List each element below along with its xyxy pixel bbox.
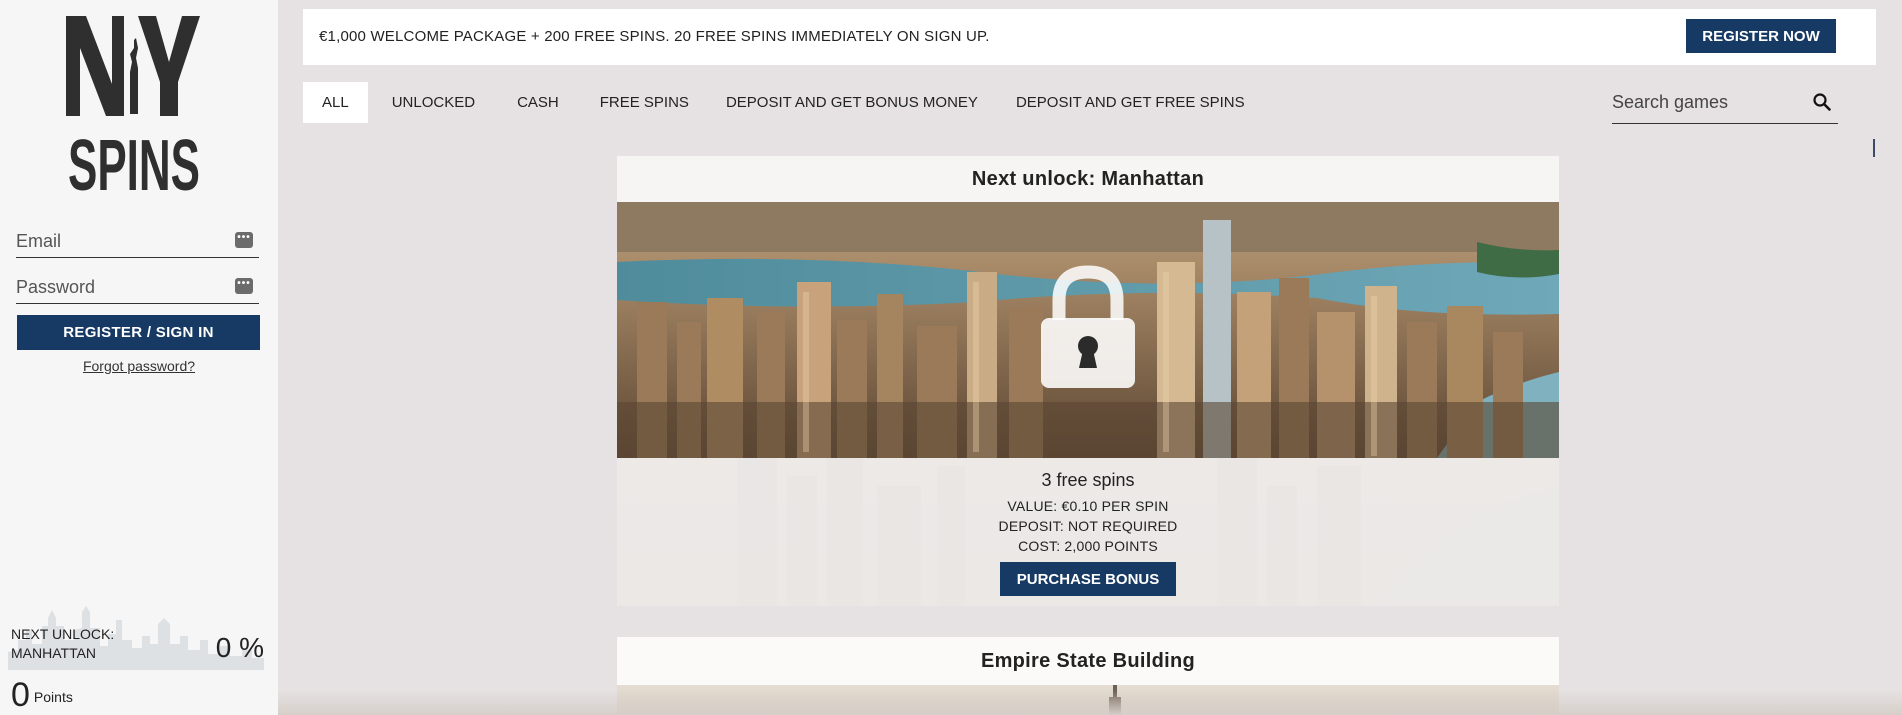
password-input[interactable]: [16, 272, 216, 302]
purchase-bonus-button[interactable]: PURCHASE BONUS: [1000, 562, 1176, 596]
register-now-button[interactable]: REGISTER NOW: [1686, 19, 1836, 53]
ny-spins-logo[interactable]: SPINS: [64, 14, 204, 198]
card-title: Next unlock: Manhattan: [617, 156, 1559, 202]
tab-all[interactable]: ALL: [303, 82, 368, 123]
unlock-card-manhattan: Next unlock: Manhattan 3 free spins VALU…: [617, 156, 1559, 606]
search-icon[interactable]: [1812, 92, 1832, 112]
search-input[interactable]: [1612, 86, 1802, 118]
email-input[interactable]: [16, 226, 216, 256]
tab-free-spins[interactable]: FREE SPINS: [581, 82, 708, 123]
card-title: Empire State Building: [617, 637, 1559, 685]
svg-text:SPINS: SPINS: [68, 126, 200, 198]
email-field[interactable]: •••: [16, 226, 259, 258]
next-unlock-label: NEXT UNLOCK: MANHATTAN: [11, 626, 115, 661]
register-sign-in-button[interactable]: REGISTER / SIGN IN: [17, 315, 260, 350]
unlock-percentage: 0 %: [215, 632, 264, 663]
spin-value: VALUE: €0.10 PER SPIN: [1007, 498, 1169, 514]
background-haze: [278, 690, 1902, 715]
search-box[interactable]: [1612, 86, 1838, 124]
promo-text: €1,000 WELCOME PACKAGE + 200 FREE SPINS.…: [319, 28, 990, 45]
tab-deposit-bonus-money[interactable]: DEPOSIT AND GET BONUS MONEY: [708, 82, 997, 123]
deposit-requirement: DEPOSIT: NOT REQUIRED: [998, 518, 1178, 534]
password-manager-icon[interactable]: •••: [235, 232, 253, 248]
password-manager-icon[interactable]: •••: [235, 278, 253, 294]
tab-cash[interactable]: CASH: [497, 82, 581, 123]
tab-unlocked[interactable]: UNLOCKED: [368, 82, 497, 123]
tab-deposit-free-spins[interactable]: DEPOSIT AND GET FREE SPINS: [997, 82, 1264, 123]
unlock-progress: NEXT UNLOCK: MANHATTAN 0 % 0 Points: [0, 600, 278, 715]
lock-icon: [1041, 265, 1135, 388]
points-value: 0: [11, 676, 30, 714]
points-counter: 0 Points: [11, 676, 73, 715]
sidebar: SPINS ••• ••• REGISTER / SIGN IN Forgot …: [0, 0, 278, 715]
points-cost: COST: 2,000 POINTS: [1018, 538, 1158, 554]
scrollbar-handle[interactable]: [1873, 139, 1875, 157]
password-field[interactable]: •••: [16, 272, 259, 304]
game-filter-tabs: ALL UNLOCKED CASH FREE SPINS DEPOSIT AND…: [303, 82, 1264, 123]
bonus-info-panel: 3 free spins VALUE: €0.10 PER SPIN DEPOS…: [617, 458, 1559, 606]
promo-banner: €1,000 WELCOME PACKAGE + 200 FREE SPINS.…: [303, 9, 1876, 65]
forgot-password-link[interactable]: Forgot password?: [0, 358, 278, 374]
free-spins-count: 3 free spins: [1041, 470, 1135, 490]
points-label: Points: [33, 689, 73, 705]
